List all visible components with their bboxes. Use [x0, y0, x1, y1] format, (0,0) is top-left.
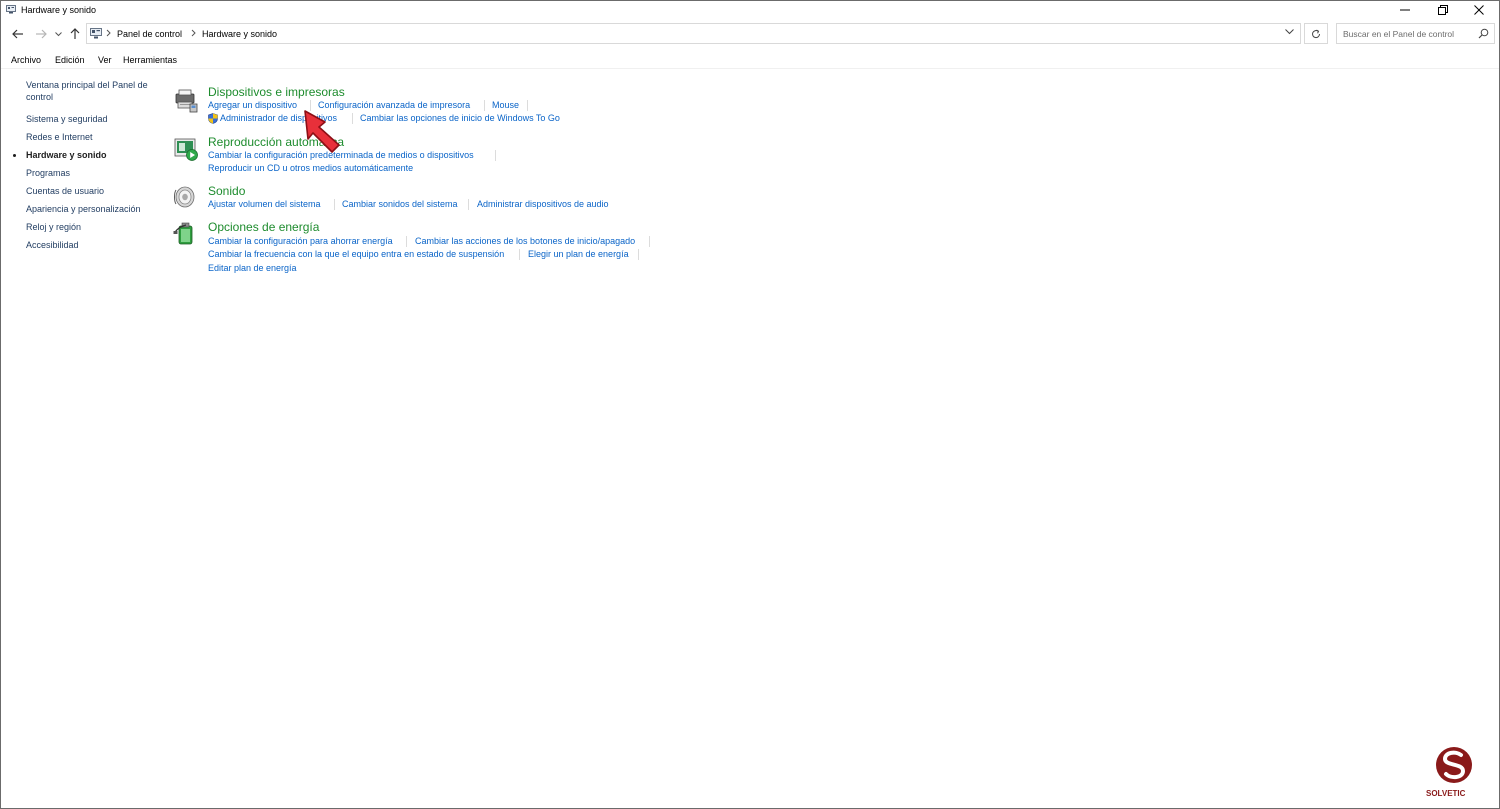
- link-separator: [334, 199, 335, 210]
- chevron-down-icon: [54, 31, 62, 36]
- link-elegir-plan-energia[interactable]: Elegir un plan de energía: [528, 249, 629, 259]
- title-bar[interactable]: Hardware y sonido: [1, 1, 1499, 19]
- link-separator: [519, 249, 520, 260]
- link-reproducir-cd[interactable]: Reproducir un CD u otros medios automáti…: [208, 163, 413, 173]
- arrow-up-icon: [70, 28, 80, 39]
- chevron-right-icon: [191, 29, 196, 37]
- address-bar[interactable]: Panel de control Hardware y sonido: [86, 23, 1301, 44]
- restore-button[interactable]: [1425, 1, 1461, 19]
- search-input[interactable]: [1337, 24, 1473, 43]
- link-separator: [527, 100, 528, 111]
- menu-ver[interactable]: Ver: [98, 55, 112, 65]
- search-icon[interactable]: [1478, 28, 1489, 39]
- link-separator: [406, 236, 407, 247]
- pointer-arrow-icon: [304, 110, 340, 153]
- recent-locations-button[interactable]: [53, 27, 63, 41]
- search-box[interactable]: [1336, 23, 1495, 44]
- refresh-button[interactable]: [1304, 23, 1328, 44]
- navigation-bar: Panel de control Hardware y sonido: [1, 22, 1499, 46]
- chevron-down-icon[interactable]: [1285, 29, 1294, 35]
- link-separator: [649, 236, 650, 247]
- power-options-icon[interactable]: [173, 220, 199, 246]
- breadcrumb-panel-de-control[interactable]: Panel de control: [117, 29, 182, 39]
- minimize-icon: [1400, 9, 1410, 11]
- back-button[interactable]: [11, 27, 25, 41]
- link-ahorrar-energia[interactable]: Cambiar la configuración para ahorrar en…: [208, 236, 393, 246]
- section-title-sonido[interactable]: Sonido: [208, 184, 245, 198]
- control-panel-icon: [90, 28, 102, 39]
- link-separator: [468, 199, 469, 210]
- restore-icon: [1438, 5, 1448, 15]
- chevron-right-icon: [106, 29, 111, 37]
- close-icon: [1474, 5, 1484, 15]
- link-administrar-audio[interactable]: Administrar dispositivos de audio: [477, 199, 609, 209]
- window-title: Hardware y sonido: [21, 5, 97, 15]
- section-title-energia[interactable]: Opciones de energía: [208, 220, 319, 234]
- autoplay-icon[interactable]: [173, 136, 199, 162]
- sidebar-item-apariencia[interactable]: Apariencia y personalización: [26, 204, 141, 214]
- link-separator: [495, 150, 496, 161]
- watermark-text: SOLVETIC: [1426, 789, 1466, 798]
- sidebar-item-accesibilidad[interactable]: Accesibilidad: [26, 240, 79, 250]
- menu-archivo[interactable]: Archivo: [11, 55, 41, 65]
- link-cambiar-sonidos[interactable]: Cambiar sonidos del sistema: [342, 199, 458, 209]
- minimize-button[interactable]: [1387, 1, 1423, 19]
- menu-herramientas[interactable]: Herramientas: [123, 55, 177, 65]
- control-panel-window: Hardware y sonido Panel de control Hardw…: [0, 0, 1500, 809]
- link-mouse[interactable]: Mouse: [492, 100, 519, 110]
- sidebar-item-reloj-y-region[interactable]: Reloj y región: [26, 222, 81, 232]
- control-panel-icon: [6, 5, 16, 14]
- refresh-icon: [1312, 29, 1321, 38]
- arrow-right-icon: [36, 29, 47, 39]
- section-title-dispositivos[interactable]: Dispositivos e impresoras: [208, 85, 345, 99]
- devices-printers-icon[interactable]: [173, 88, 199, 114]
- sidebar-item-ventana-principal[interactable]: Ventana principal del Panel de control: [26, 79, 156, 103]
- current-item-bullet: [13, 154, 16, 157]
- close-button[interactable]: [1461, 1, 1497, 19]
- up-button[interactable]: [68, 27, 82, 41]
- sidebar-item-sistema-y-seguridad[interactable]: Sistema y seguridad: [26, 114, 108, 124]
- menu-bar: Archivo Edición Ver Herramientas: [1, 52, 1499, 69]
- link-botones-inicio-apagado[interactable]: Cambiar las acciones de los botones de i…: [415, 236, 635, 246]
- admin-shield-icon: [208, 113, 218, 124]
- link-frecuencia-suspension[interactable]: Cambiar la frecuencia con la que el equi…: [208, 249, 504, 259]
- link-ajustar-volumen[interactable]: Ajustar volumen del sistema: [208, 199, 321, 209]
- link-windows-to-go[interactable]: Cambiar las opciones de inicio de Window…: [360, 113, 560, 123]
- sidebar-item-redes-e-internet[interactable]: Redes e Internet: [26, 132, 93, 142]
- sidebar-item-programas[interactable]: Programas: [26, 168, 70, 178]
- sidebar-item-hardware-y-sonido: Hardware y sonido: [26, 150, 107, 160]
- link-separator: [638, 249, 639, 260]
- link-separator: [484, 100, 485, 111]
- link-agregar-dispositivo[interactable]: Agregar un dispositivo: [208, 100, 297, 110]
- breadcrumb-hardware-y-sonido[interactable]: Hardware y sonido: [202, 29, 277, 39]
- forward-button[interactable]: [34, 27, 48, 41]
- link-editar-plan-energia: Editar plan de energía: [208, 263, 297, 273]
- sound-icon[interactable]: [173, 184, 199, 210]
- sidebar-item-cuentas-de-usuario[interactable]: Cuentas de usuario: [26, 186, 104, 196]
- menu-edicion[interactable]: Edición: [55, 55, 85, 65]
- arrow-left-icon: [12, 29, 23, 39]
